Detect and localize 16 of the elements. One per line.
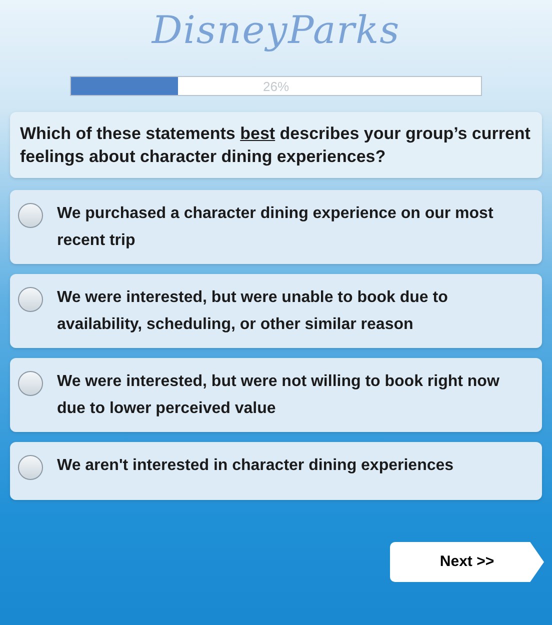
answer-option[interactable]: We purchased a character dining experience on our most recent trip <box>10 190 542 264</box>
radio-button[interactable] <box>18 203 43 228</box>
radio-button[interactable] <box>18 455 43 480</box>
logo: DisneyParks <box>152 7 400 54</box>
option-label: We were interested, but were not willing to book right now due to lower perceived value <box>57 372 500 419</box>
radio-button[interactable] <box>18 371 43 396</box>
next-button[interactable]: Next >> <box>390 542 544 582</box>
answer-option[interactable]: We were interested, but were not willing to book right now due to lower perceived value <box>10 358 542 432</box>
answer-option[interactable]: We aren't interested in character dining experiences <box>10 442 542 500</box>
answer-option[interactable]: We were interested, but were unable to book due to availability, scheduling, or other similar reason <box>10 274 542 348</box>
option-label: We were interested, but were unable to book due to availability, scheduling, or other similar reason <box>57 288 449 335</box>
option-label: We purchased a character dining experience on our most recent trip <box>57 204 494 251</box>
question-text: Which of these statements best describes your group’s current feelings about character dining experiences? <box>20 123 532 168</box>
progress-label: 26% <box>262 78 290 96</box>
radio-button[interactable] <box>18 287 43 312</box>
option-label: We aren't interested in character dining experiences <box>57 456 454 476</box>
